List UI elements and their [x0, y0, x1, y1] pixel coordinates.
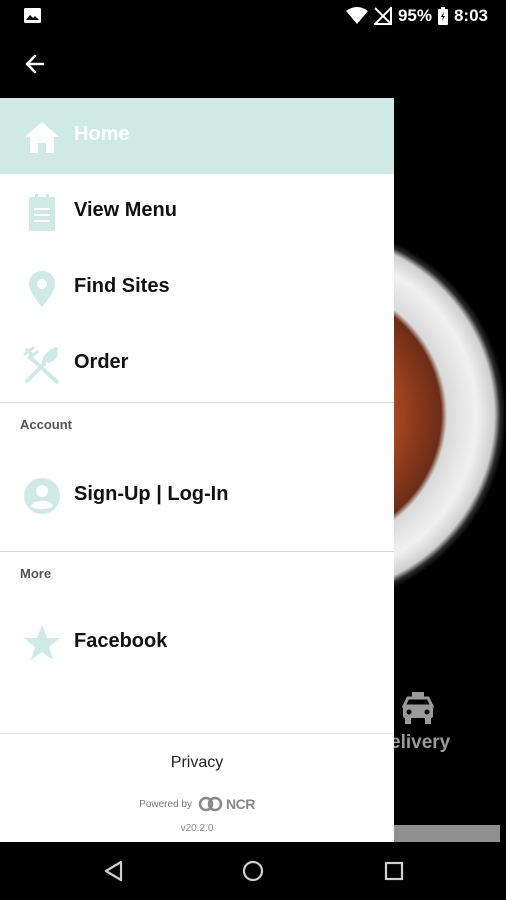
back-arrow-icon [25, 54, 45, 74]
drawer-footer: Privacy Powered by NCR v20.2.0 [0, 733, 394, 842]
triangle-back-icon [104, 860, 123, 882]
powered-by-label: Powered by [139, 798, 192, 810]
nav-item-order[interactable]: Order [0, 326, 394, 402]
system-nav-bar [0, 842, 506, 900]
taxi-icon [400, 690, 436, 726]
image-notification-icon [24, 8, 41, 23]
home-nav-button[interactable] [241, 859, 265, 883]
version-label: v20.2.0 [180, 823, 214, 834]
nav-label-sign-up-log-in: Sign-Up | Log-In [74, 483, 229, 505]
back-button[interactable] [20, 49, 50, 79]
bottom-strip [394, 825, 500, 842]
app-bar [0, 32, 506, 98]
ncr-brand: NCR [225, 796, 255, 812]
wifi-icon [345, 7, 368, 25]
person-icon [22, 476, 62, 516]
nav-label-order: Order [74, 351, 129, 373]
clock: 8:03 [453, 6, 488, 25]
nav-item-home[interactable]: Home [0, 98, 394, 174]
nav-item-sign-up-log-in[interactable]: Sign-Up | Log-In [0, 443, 394, 551]
nav-label-find-sites: Find Sites [74, 275, 170, 297]
nav-label-view-menu: View Menu [74, 199, 177, 221]
section-header-account: Account [20, 417, 72, 432]
section-header-more: More [20, 566, 52, 581]
delivery-label: elivery [390, 732, 451, 753]
battery-icon [437, 7, 448, 25]
no-signal-icon [373, 7, 392, 25]
status-bar: 95% 8:03 [0, 0, 506, 32]
nav-item-facebook[interactable]: Facebook [0, 592, 394, 700]
nav-label-home: Home [74, 123, 130, 145]
star-icon [22, 623, 62, 663]
navigation-drawer: Home View Menu Find Sites Order Account … [0, 98, 394, 842]
ncr-mark-icon [198, 796, 223, 812]
nav-item-view-menu[interactable]: View Menu [0, 174, 394, 250]
ncr-logo: NCR [198, 796, 255, 812]
privacy-link[interactable]: Privacy [0, 754, 394, 772]
status-indicators: 95% 8:03 [345, 5, 488, 27]
battery-level: 95% [397, 6, 432, 25]
back-nav-button[interactable] [102, 859, 126, 883]
powered-by: Powered by NCR [0, 796, 394, 812]
nav-label-facebook: Facebook [74, 630, 168, 652]
square-recents-icon [384, 861, 404, 881]
menu-document-icon [22, 193, 62, 233]
nav-item-find-sites[interactable]: Find Sites [0, 250, 394, 326]
recents-nav-button[interactable] [382, 859, 406, 883]
circle-home-icon [242, 860, 264, 882]
location-pin-icon [22, 269, 62, 309]
utensils-icon [22, 345, 62, 385]
home-icon [22, 117, 62, 157]
